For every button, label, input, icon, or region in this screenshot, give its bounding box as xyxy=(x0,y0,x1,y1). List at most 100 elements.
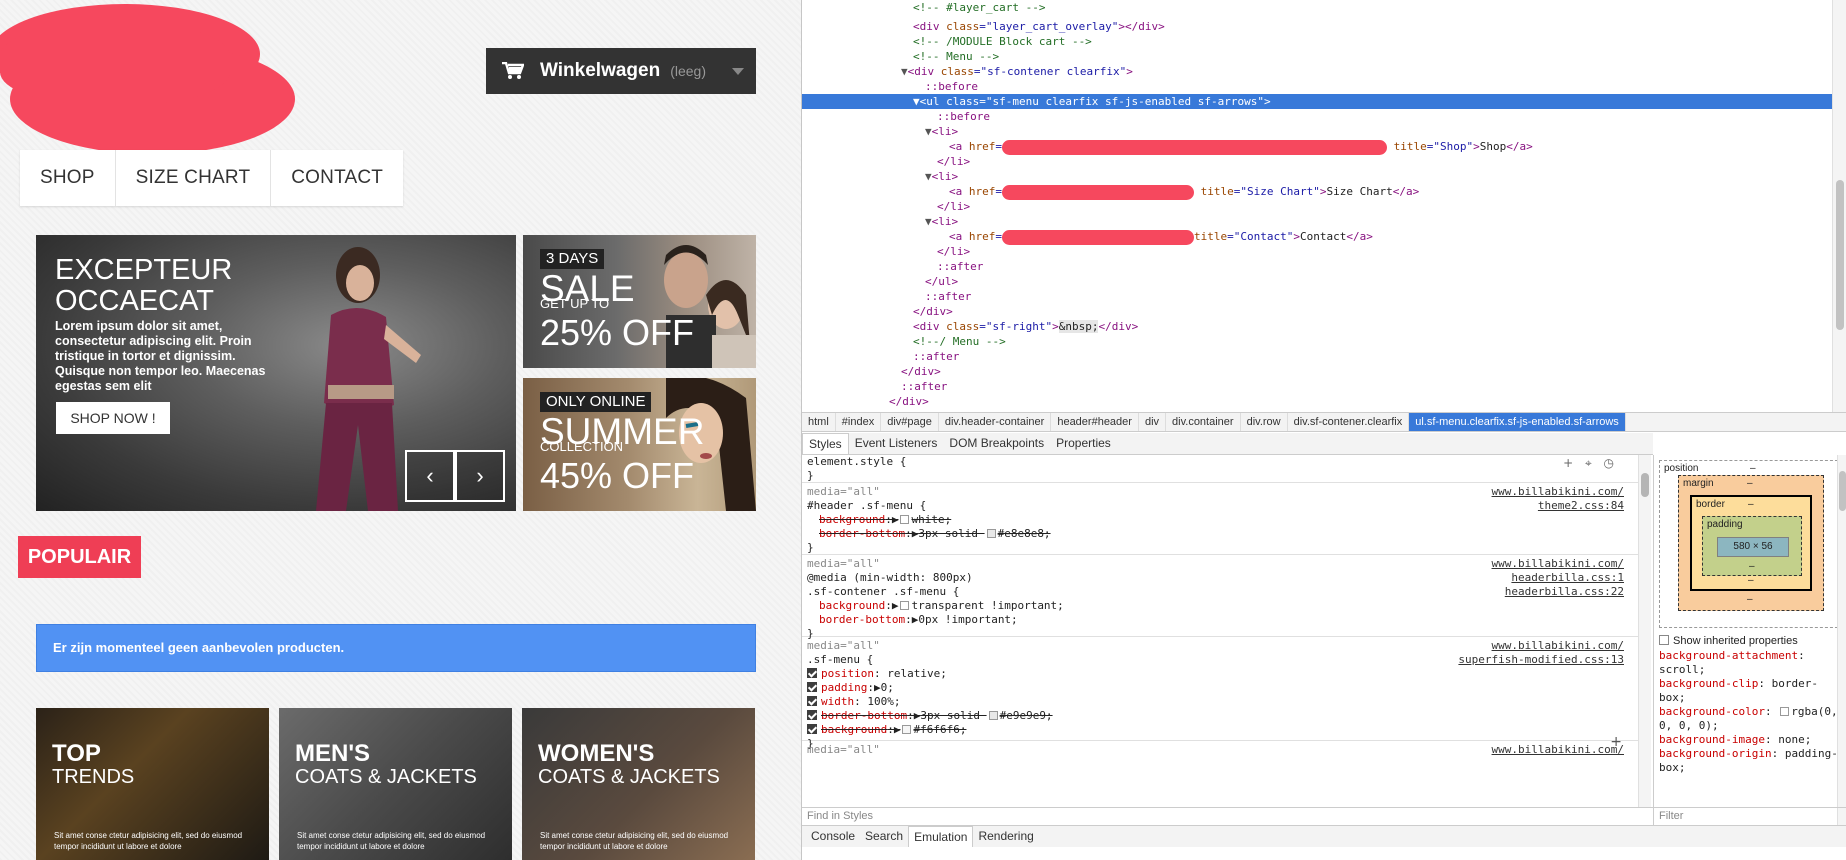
dom-scrollbar[interactable] xyxy=(1832,0,1846,412)
computed-property[interactable]: background-image: none; xyxy=(1659,733,1839,747)
breadcrumb-item[interactable]: div.header-container xyxy=(939,413,1052,431)
menu-item-shop[interactable]: SHOP xyxy=(20,150,116,206)
css-property[interactable]: border-bottom xyxy=(819,613,905,626)
color-swatch[interactable] xyxy=(988,711,998,720)
dom-node[interactable]: ::after xyxy=(802,349,1833,364)
dom-node[interactable]: <!-- Menu --> xyxy=(802,49,1833,64)
shop-now-button[interactable]: SHOP NOW ! xyxy=(56,402,170,434)
css-property[interactable]: border-bottom xyxy=(821,709,907,722)
tab-console[interactable]: Console xyxy=(806,826,860,847)
menu-item-size-chart[interactable]: SIZE CHART xyxy=(116,150,272,206)
expand-triangle-icon[interactable]: ▼ xyxy=(925,125,932,138)
rule-source-link[interactable]: superfish-modified.css:13 xyxy=(1458,653,1624,667)
computed-scrollbar[interactable] xyxy=(1837,455,1846,825)
menu-item-contact[interactable]: CONTACT xyxy=(271,150,403,206)
tab-styles[interactable]: Styles xyxy=(802,433,849,454)
css-value[interactable]: 3px solid xyxy=(920,709,980,722)
dom-node[interactable]: <!-- /MODULE Block cart --> xyxy=(802,34,1833,49)
find-in-styles-input[interactable]: Find in Styles xyxy=(802,807,1653,825)
category-tile-top-trends[interactable]: TOP TRENDS Sit amet conse ctetur adipisi… xyxy=(36,708,269,860)
computed-property[interactable]: background-attachment: scroll; xyxy=(1659,649,1839,677)
rule-source-link[interactable]: www.billabikini.com/ xyxy=(1492,743,1624,757)
computed-property[interactable]: background-clip: border-box; xyxy=(1659,677,1839,705)
css-value[interactable]: white; xyxy=(911,513,951,526)
computed-property[interactable]: background-origin: padding-box; xyxy=(1659,747,1839,775)
dom-node[interactable]: ::after xyxy=(802,379,1833,394)
dom-node[interactable]: </li> xyxy=(802,154,1833,169)
filter-input[interactable]: Filter xyxy=(1654,807,1846,825)
slider-next-button[interactable]: › xyxy=(455,450,505,502)
dom-node[interactable]: <div class="sf-right">&nbsp;</div> xyxy=(802,319,1833,334)
rule-selector[interactable]: #header .sf-menu { xyxy=(807,499,926,512)
rule-source-link[interactable]: www.billabikini.com/ xyxy=(1492,557,1624,571)
css-value[interactable]: 100%; xyxy=(867,695,900,708)
tab-emulation[interactable]: Emulation xyxy=(908,826,974,847)
category-tile-mens-coats[interactable]: MEN'S COATS & JACKETS Sit amet conse cte… xyxy=(279,708,512,860)
dom-node[interactable]: <a href= title="Shop">Shop</a> xyxy=(802,139,1833,155)
promo-banner-sale[interactable]: 3 DAYS SALE GET UP TO 25% OFF xyxy=(523,235,756,368)
breadcrumb-item[interactable]: div.row xyxy=(1241,413,1288,431)
checkbox-icon[interactable] xyxy=(1659,635,1669,645)
dom-node[interactable]: ▼<li> xyxy=(802,214,1833,229)
slider-prev-button[interactable]: ‹ xyxy=(405,450,455,502)
box-model-border[interactable]: border – – padding – 580 × 56 xyxy=(1690,495,1812,591)
dom-node[interactable]: </div> xyxy=(802,304,1833,319)
dom-node[interactable]: </div> xyxy=(802,364,1833,379)
rule-source-link[interactable]: www.billabikini.com/ xyxy=(1492,485,1624,499)
rule-source-link[interactable]: www.billabikini.com/ xyxy=(1492,639,1624,653)
tab-properties[interactable]: Properties xyxy=(1050,433,1117,454)
css-value[interactable]: #e9e9e9; xyxy=(1000,709,1053,722)
property-checkbox[interactable] xyxy=(807,724,817,734)
breadcrumb-item[interactable]: #index xyxy=(836,413,882,431)
breadcrumb-item[interactable]: div.container xyxy=(1166,413,1241,431)
css-property[interactable]: padding xyxy=(821,681,867,694)
expand-triangle-icon[interactable]: ▼ xyxy=(913,95,920,108)
breadcrumb-item[interactable]: html xyxy=(802,413,836,431)
expand-triangle-icon[interactable]: ▼ xyxy=(901,65,908,78)
tab-dom-breakpoints[interactable]: DOM Breakpoints xyxy=(943,433,1050,454)
rule-source-link[interactable]: headerbilla.css:22 xyxy=(1505,585,1624,599)
computed-property[interactable]: background-color: rgba(0, 0, 0, 0); xyxy=(1659,705,1839,733)
breadcrumb-item[interactable]: div.sf-contener.clearfix xyxy=(1288,413,1410,431)
box-model-padding[interactable]: padding – 580 × 56 xyxy=(1702,516,1802,576)
dom-node[interactable]: <div class="layer_cart_overlay"></div> xyxy=(802,19,1833,34)
box-model-content[interactable]: 580 × 56 xyxy=(1717,537,1789,557)
css-property[interactable]: background xyxy=(819,599,885,612)
category-tile-womens-coats[interactable]: WOMEN'S COATS & JACKETS Sit amet conse c… xyxy=(522,708,755,860)
dom-node[interactable]: </ul> xyxy=(802,274,1833,289)
dom-node[interactable]: <!--/ Menu --> xyxy=(802,334,1833,349)
dom-node[interactable]: ::after xyxy=(802,259,1833,274)
color-swatch[interactable] xyxy=(986,529,996,538)
dom-node[interactable]: <a href= title="Contact">Contact</a> xyxy=(802,229,1833,245)
breadcrumb-item[interactable]: header#header xyxy=(1051,413,1139,431)
dom-node[interactable]: ::before xyxy=(802,109,1833,124)
dom-node[interactable]: <!-- #layer_cart --> xyxy=(802,0,1833,15)
section-title-populair[interactable]: POPULAIR xyxy=(18,536,141,578)
color-swatch[interactable] xyxy=(900,601,910,610)
css-value[interactable]: #f6f6f6; xyxy=(913,723,966,736)
css-property[interactable]: background xyxy=(821,723,887,736)
rule-selector[interactable]: element.style { xyxy=(807,455,906,468)
css-value[interactable]: 0px !important; xyxy=(918,613,1017,626)
css-value[interactable]: transparent !important; xyxy=(911,599,1063,612)
rule-selector[interactable]: .sf-contener .sf-menu { xyxy=(807,585,959,598)
expand-triangle-icon[interactable]: ▼ xyxy=(925,215,932,228)
css-value[interactable]: 0; xyxy=(881,681,894,694)
css-property[interactable]: width xyxy=(821,695,854,708)
tab-event-listeners[interactable]: Event Listeners xyxy=(849,433,944,454)
property-checkbox[interactable] xyxy=(807,710,817,720)
dom-node[interactable]: ::after xyxy=(802,289,1833,304)
color-swatch[interactable] xyxy=(902,725,912,734)
rule-selector[interactable]: .sf-menu { xyxy=(807,653,873,666)
dom-node[interactable]: </div> xyxy=(802,394,1833,409)
css-value[interactable]: relative; xyxy=(887,667,947,680)
dom-node-selected[interactable]: ▼<ul class="sf-menu clearfix sf-js-enabl… xyxy=(802,94,1833,109)
dom-node[interactable]: ▼<div class="sf-contener clearfix"> xyxy=(802,64,1833,79)
dom-node[interactable]: <a href= title="Size Chart">Size Chart</… xyxy=(802,184,1833,200)
breadcrumb-item[interactable]: div xyxy=(1139,413,1167,431)
css-property[interactable]: background xyxy=(819,513,885,526)
property-checkbox[interactable] xyxy=(807,682,817,692)
show-inherited-checkbox[interactable]: Show inherited properties xyxy=(1659,633,1839,649)
scrollbar-thumb[interactable] xyxy=(1836,180,1844,330)
box-model-margin[interactable]: margin – – border – – padding – 580 × 56 xyxy=(1678,475,1824,611)
